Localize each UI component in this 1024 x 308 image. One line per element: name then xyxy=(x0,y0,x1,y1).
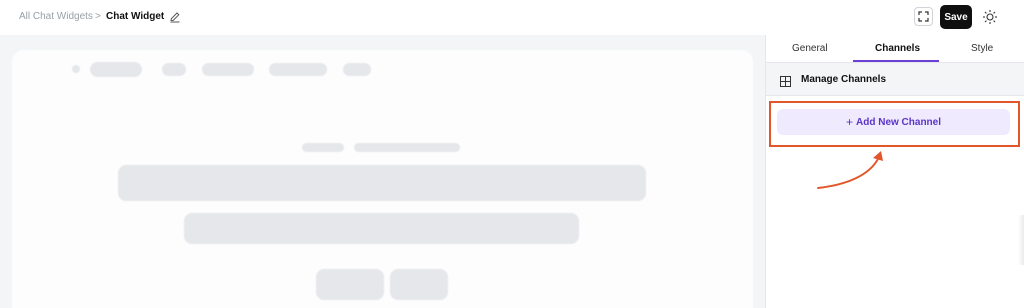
settings-panel: General Channels Style Manage Channels +… xyxy=(765,35,1024,308)
breadcrumb-current: Chat Widget xyxy=(106,11,165,22)
grid-icon xyxy=(780,74,791,87)
skeleton-block xyxy=(302,143,344,152)
pencil-icon[interactable] xyxy=(169,10,181,23)
expand-icon xyxy=(918,11,929,22)
tab-style[interactable]: Style xyxy=(971,43,993,54)
section-title: Manage Channels xyxy=(801,74,887,85)
skeleton-block xyxy=(162,63,186,76)
skeleton-block xyxy=(343,63,371,76)
skeleton-headline xyxy=(118,165,646,201)
plus-icon: + xyxy=(845,115,853,129)
manage-channels-header: Manage Channels xyxy=(766,63,1024,96)
add-new-channel-label: Add New Channel xyxy=(856,116,942,128)
side-edge-shadow xyxy=(1018,215,1024,265)
tab-general[interactable]: General xyxy=(792,43,828,54)
preview-card xyxy=(12,50,753,308)
tab-channels[interactable]: Channels xyxy=(875,43,920,54)
widget-preview-area xyxy=(0,35,765,308)
skeleton-block xyxy=(269,63,327,76)
save-button[interactable]: Save xyxy=(940,5,972,29)
skeleton-button xyxy=(316,269,384,300)
panel-tabs: General Channels Style xyxy=(766,35,1024,63)
breadcrumb-separator: > xyxy=(95,11,101,22)
skeleton-block xyxy=(354,143,460,152)
active-tab-indicator xyxy=(853,60,939,62)
sun-icon[interactable] xyxy=(982,9,998,25)
add-new-channel-button[interactable]: + Add New Channel xyxy=(777,109,1010,135)
skeleton-block xyxy=(202,63,254,76)
top-bar: All Chat Widgets > Chat Widget Save xyxy=(0,0,1024,35)
fullscreen-button[interactable] xyxy=(914,7,933,26)
skeleton-subline xyxy=(184,213,579,244)
breadcrumb-parent-link[interactable]: All Chat Widgets xyxy=(19,11,93,22)
annotation-arrow-icon xyxy=(817,151,883,189)
skeleton-dot xyxy=(72,65,80,73)
skeleton-button xyxy=(390,269,448,300)
skeleton-block xyxy=(90,62,142,77)
